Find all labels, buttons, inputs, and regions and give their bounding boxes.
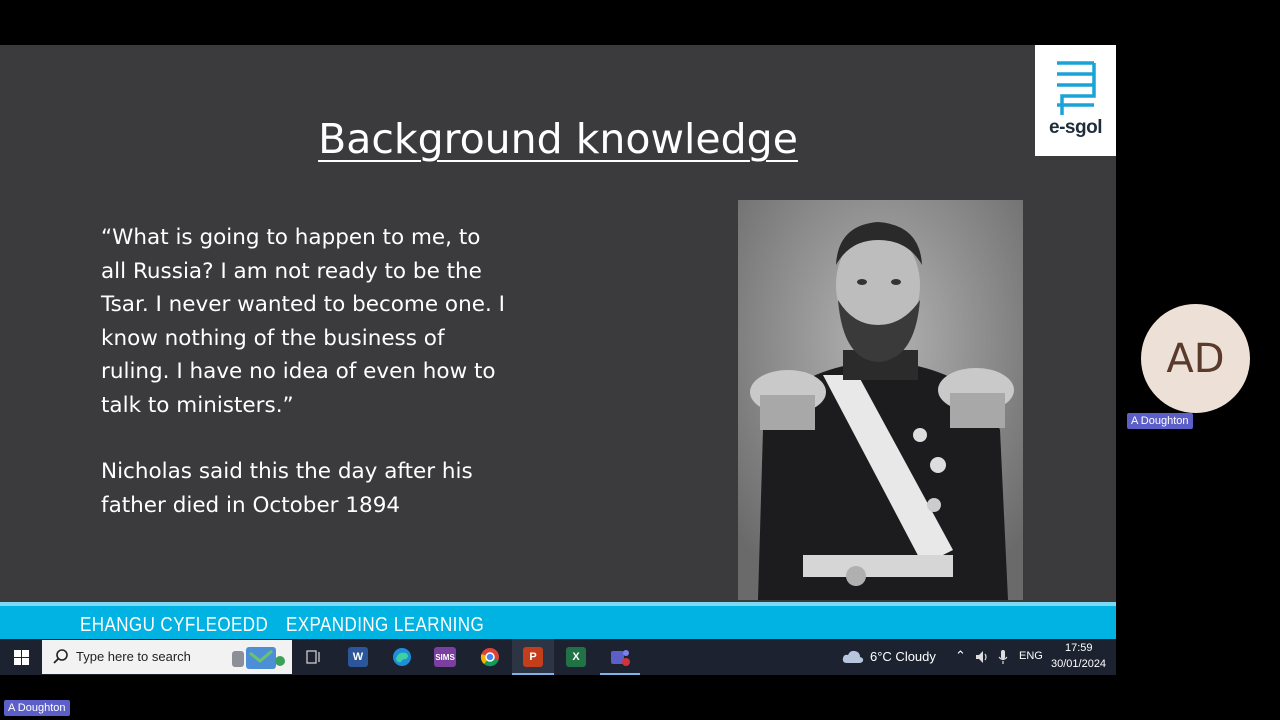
quote-text: “What is going to happen to me, to all R… <box>101 225 505 418</box>
participant-avatar[interactable]: AD <box>1141 304 1250 413</box>
chevron-up-icon[interactable]: ⌃ <box>955 648 966 664</box>
logo-text: e-sgol <box>1049 117 1102 138</box>
taskbar-search-box[interactable]: Type here to search <box>42 640 292 674</box>
e-sgol-logo: e-sgol <box>1035 45 1116 156</box>
weather-status[interactable]: 6°C Cloudy <box>870 649 936 664</box>
teams-button[interactable] <box>608 639 632 675</box>
chrome-icon <box>480 648 499 667</box>
teams-icon <box>611 650 630 666</box>
word-icon[interactable]: W <box>348 647 368 667</box>
windows-logo-icon <box>13 649 29 665</box>
cloud-icon <box>842 650 864 663</box>
clock-date[interactable]: 30/01/2024 <box>1051 658 1106 670</box>
sims-icon[interactable]: SIMS <box>434 647 456 667</box>
windows-taskbar: Type here to search W SIMS P X 6°C Cloud… <box>0 639 1116 675</box>
speaker-icon[interactable] <box>975 650 991 664</box>
school-banner: EHANGU CYFLEOEDD EXPANDING LEARNING <box>0 602 1116 639</box>
search-placeholder: Type here to search <box>76 649 191 664</box>
participant-name-tag: A Doughton <box>1127 413 1193 429</box>
search-highlight-icon <box>232 647 285 669</box>
banner-welsh-text: EHANGU CYFLEOEDD <box>80 614 269 636</box>
self-name-tag: A Doughton <box>4 700 70 716</box>
banner-english-text: EXPANDING LEARNING <box>286 614 485 636</box>
microphone-icon[interactable] <box>998 649 1008 665</box>
powerpoint-icon[interactable]: P <box>523 647 543 667</box>
excel-icon[interactable]: X <box>566 647 586 667</box>
chrome-button[interactable] <box>478 639 502 675</box>
portrait-image <box>738 200 1023 600</box>
search-icon <box>53 649 68 664</box>
task-view-button[interactable] <box>302 639 326 675</box>
start-button[interactable] <box>8 639 34 675</box>
presentation-slide: Background knowledge e-sgol “What is goi… <box>0 45 1116 639</box>
task-view-icon <box>306 650 320 664</box>
edge-button[interactable] <box>390 639 414 675</box>
attribution-text: Nicholas said this the day after his fat… <box>101 459 473 518</box>
tsar-portrait <box>738 200 1023 600</box>
e-sgol-logo-icon <box>1057 61 1096 115</box>
slide-title: Background knowledge <box>318 115 798 163</box>
clock-time[interactable]: 17:59 <box>1065 642 1093 654</box>
language-indicator[interactable]: ENG <box>1019 650 1043 662</box>
edge-icon <box>393 648 411 666</box>
